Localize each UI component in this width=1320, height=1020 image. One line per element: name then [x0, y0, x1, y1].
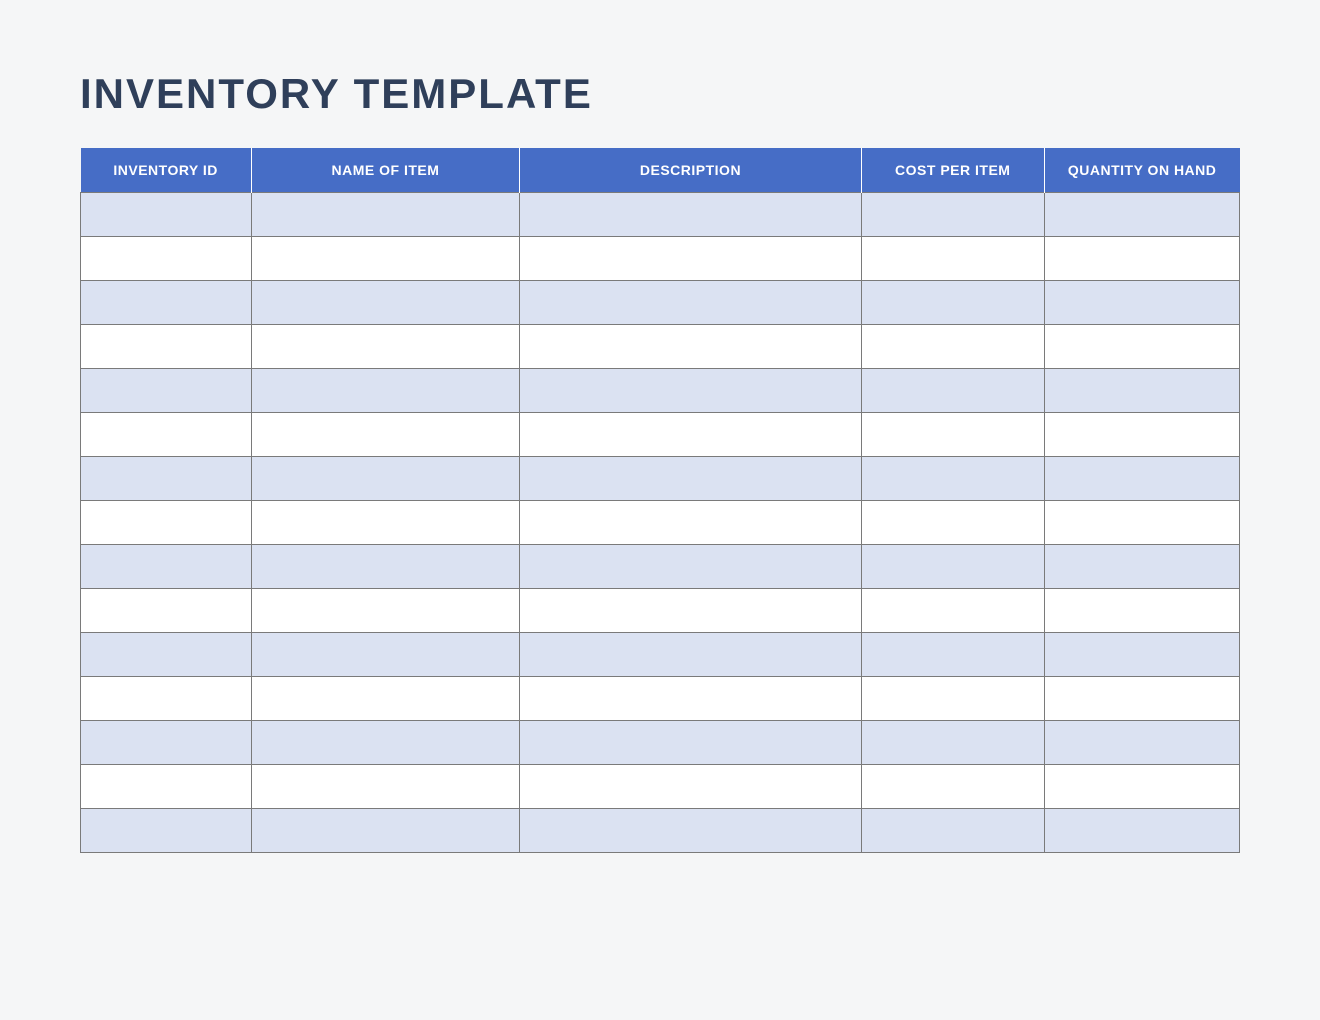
cell-name [251, 193, 519, 237]
table-row [81, 457, 1240, 501]
cell-quantity [1044, 457, 1239, 501]
header-description: DESCRIPTION [520, 148, 862, 193]
cell-quantity [1044, 281, 1239, 325]
table-row [81, 193, 1240, 237]
cell-description [520, 677, 862, 721]
header-name-of-item: NAME OF ITEM [251, 148, 519, 193]
cell-quantity [1044, 545, 1239, 589]
cell-id [81, 809, 252, 853]
cell-description [520, 809, 862, 853]
cell-cost [861, 545, 1044, 589]
cell-id [81, 633, 252, 677]
cell-cost [861, 765, 1044, 809]
cell-quantity [1044, 501, 1239, 545]
cell-name [251, 501, 519, 545]
cell-cost [861, 589, 1044, 633]
cell-name [251, 237, 519, 281]
cell-cost [861, 633, 1044, 677]
cell-id [81, 677, 252, 721]
cell-cost [861, 237, 1044, 281]
cell-id [81, 281, 252, 325]
cell-name [251, 457, 519, 501]
cell-quantity [1044, 765, 1239, 809]
cell-name [251, 677, 519, 721]
cell-cost [861, 325, 1044, 369]
cell-quantity [1044, 633, 1239, 677]
cell-quantity [1044, 237, 1239, 281]
cell-name [251, 721, 519, 765]
cell-cost [861, 193, 1044, 237]
cell-description [520, 369, 862, 413]
cell-cost [861, 413, 1044, 457]
cell-description [520, 325, 862, 369]
table-row [81, 589, 1240, 633]
cell-description [520, 765, 862, 809]
page-title: INVENTORY TEMPLATE [80, 70, 1240, 118]
cell-name [251, 809, 519, 853]
table-row [81, 369, 1240, 413]
cell-description [520, 457, 862, 501]
cell-name [251, 589, 519, 633]
table-row [81, 237, 1240, 281]
table-row [81, 765, 1240, 809]
cell-id [81, 237, 252, 281]
cell-name [251, 545, 519, 589]
cell-id [81, 501, 252, 545]
cell-name [251, 281, 519, 325]
cell-id [81, 721, 252, 765]
header-cost-per-item: COST PER ITEM [861, 148, 1044, 193]
table-row [81, 281, 1240, 325]
cell-description [520, 281, 862, 325]
cell-quantity [1044, 325, 1239, 369]
cell-id [81, 413, 252, 457]
cell-id [81, 545, 252, 589]
header-quantity-on-hand: QUANTITY ON HAND [1044, 148, 1239, 193]
cell-cost [861, 281, 1044, 325]
cell-description [520, 413, 862, 457]
cell-quantity [1044, 193, 1239, 237]
cell-description [520, 589, 862, 633]
cell-quantity [1044, 589, 1239, 633]
cell-cost [861, 501, 1044, 545]
cell-cost [861, 677, 1044, 721]
header-inventory-id: INVENTORY ID [81, 148, 252, 193]
cell-name [251, 413, 519, 457]
table-row [81, 721, 1240, 765]
cell-name [251, 369, 519, 413]
inventory-table: INVENTORY ID NAME OF ITEM DESCRIPTION CO… [80, 148, 1240, 853]
cell-id [81, 589, 252, 633]
cell-quantity [1044, 369, 1239, 413]
cell-quantity [1044, 721, 1239, 765]
cell-quantity [1044, 809, 1239, 853]
cell-name [251, 633, 519, 677]
table-row [81, 501, 1240, 545]
table-row [81, 545, 1240, 589]
cell-description [520, 633, 862, 677]
cell-id [81, 457, 252, 501]
table-row [81, 325, 1240, 369]
cell-description [520, 721, 862, 765]
cell-cost [861, 457, 1044, 501]
cell-description [520, 193, 862, 237]
table-row [81, 809, 1240, 853]
cell-quantity [1044, 677, 1239, 721]
cell-cost [861, 369, 1044, 413]
cell-description [520, 237, 862, 281]
cell-cost [861, 721, 1044, 765]
cell-name [251, 325, 519, 369]
table-row [81, 633, 1240, 677]
cell-id [81, 325, 252, 369]
cell-id [81, 765, 252, 809]
table-row [81, 413, 1240, 457]
table-row [81, 677, 1240, 721]
cell-description [520, 545, 862, 589]
cell-description [520, 501, 862, 545]
cell-quantity [1044, 413, 1239, 457]
cell-cost [861, 809, 1044, 853]
cell-id [81, 193, 252, 237]
cell-id [81, 369, 252, 413]
cell-name [251, 765, 519, 809]
